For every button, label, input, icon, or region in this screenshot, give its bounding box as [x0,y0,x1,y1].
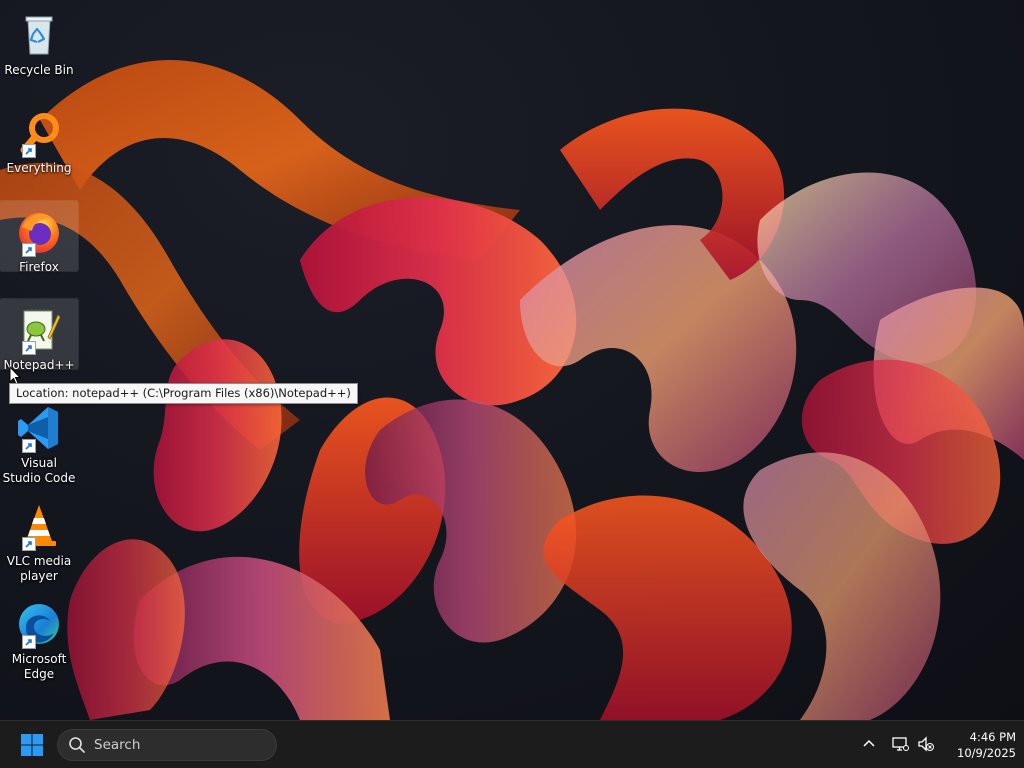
show-hidden-icons-button[interactable] [858,733,880,755]
desktop-icon-firefox[interactable]: Firefox [0,200,79,274]
desktop[interactable]: Recycle Bin Everything Firefox Notepad++… [0,0,1024,720]
icon-location-tooltip: Location: notepad++ (C:\Program Files (x… [9,383,358,404]
desktop-icon-label: Microsoft Edge [11,652,67,681]
network-button[interactable] [889,733,911,755]
shortcut-arrow-icon [22,341,36,355]
shortcut-arrow-icon [22,243,36,257]
desktop-icon-vlc[interactable]: VLC media player [0,495,78,587]
firefox-icon [14,207,64,257]
desktop-icon-recycle-bin[interactable]: Recycle Bin [0,4,78,96]
desktop-icon-label: Recycle Bin [4,63,74,77]
desktop-icon-everything[interactable]: Everything [0,102,78,194]
volume-muted-icon [918,736,934,752]
wallpaper [0,60,1024,720]
search-placeholder: Search [94,737,141,753]
vscode-icon [14,403,64,453]
taskbar-search-box[interactable]: Search [57,729,277,761]
desktop-icon-notepadplusplus[interactable]: Notepad++ [0,298,79,372]
recycle-bin-icon [14,10,64,60]
shortcut-arrow-icon [22,635,36,649]
network-icon [892,737,909,751]
clock-time: 4:46 PM [969,730,1016,744]
clock-date: 10/9/2025 [957,746,1016,760]
desktop-icon-label: Firefox [19,260,59,274]
chevron-up-icon [863,739,875,747]
shortcut-arrow-icon [22,537,36,551]
everything-search-icon [14,108,64,158]
shortcut-arrow-icon [22,439,36,453]
desktop-icon-label: Visual Studio Code [2,456,76,485]
shortcut-arrow-icon [22,144,36,158]
taskbar: Search 4:46 PM 10/9/2025 [0,720,1024,768]
volume-button[interactable] [915,733,937,755]
desktop-icon-edge[interactable]: Microsoft Edge [0,593,78,685]
start-button[interactable] [12,727,52,763]
search-icon [69,737,85,753]
windows-logo-icon [21,734,43,756]
vlc-icon [14,501,64,551]
desktop-icon-vscode[interactable]: Visual Studio Code [0,397,78,489]
desktop-icon-label: Everything [6,161,72,175]
desktop-icon-label: VLC media player [6,554,72,583]
notepadplusplus-icon [14,305,64,355]
edge-icon [14,599,64,649]
system-clock[interactable]: 4:46 PM 10/9/2025 [940,729,1016,761]
